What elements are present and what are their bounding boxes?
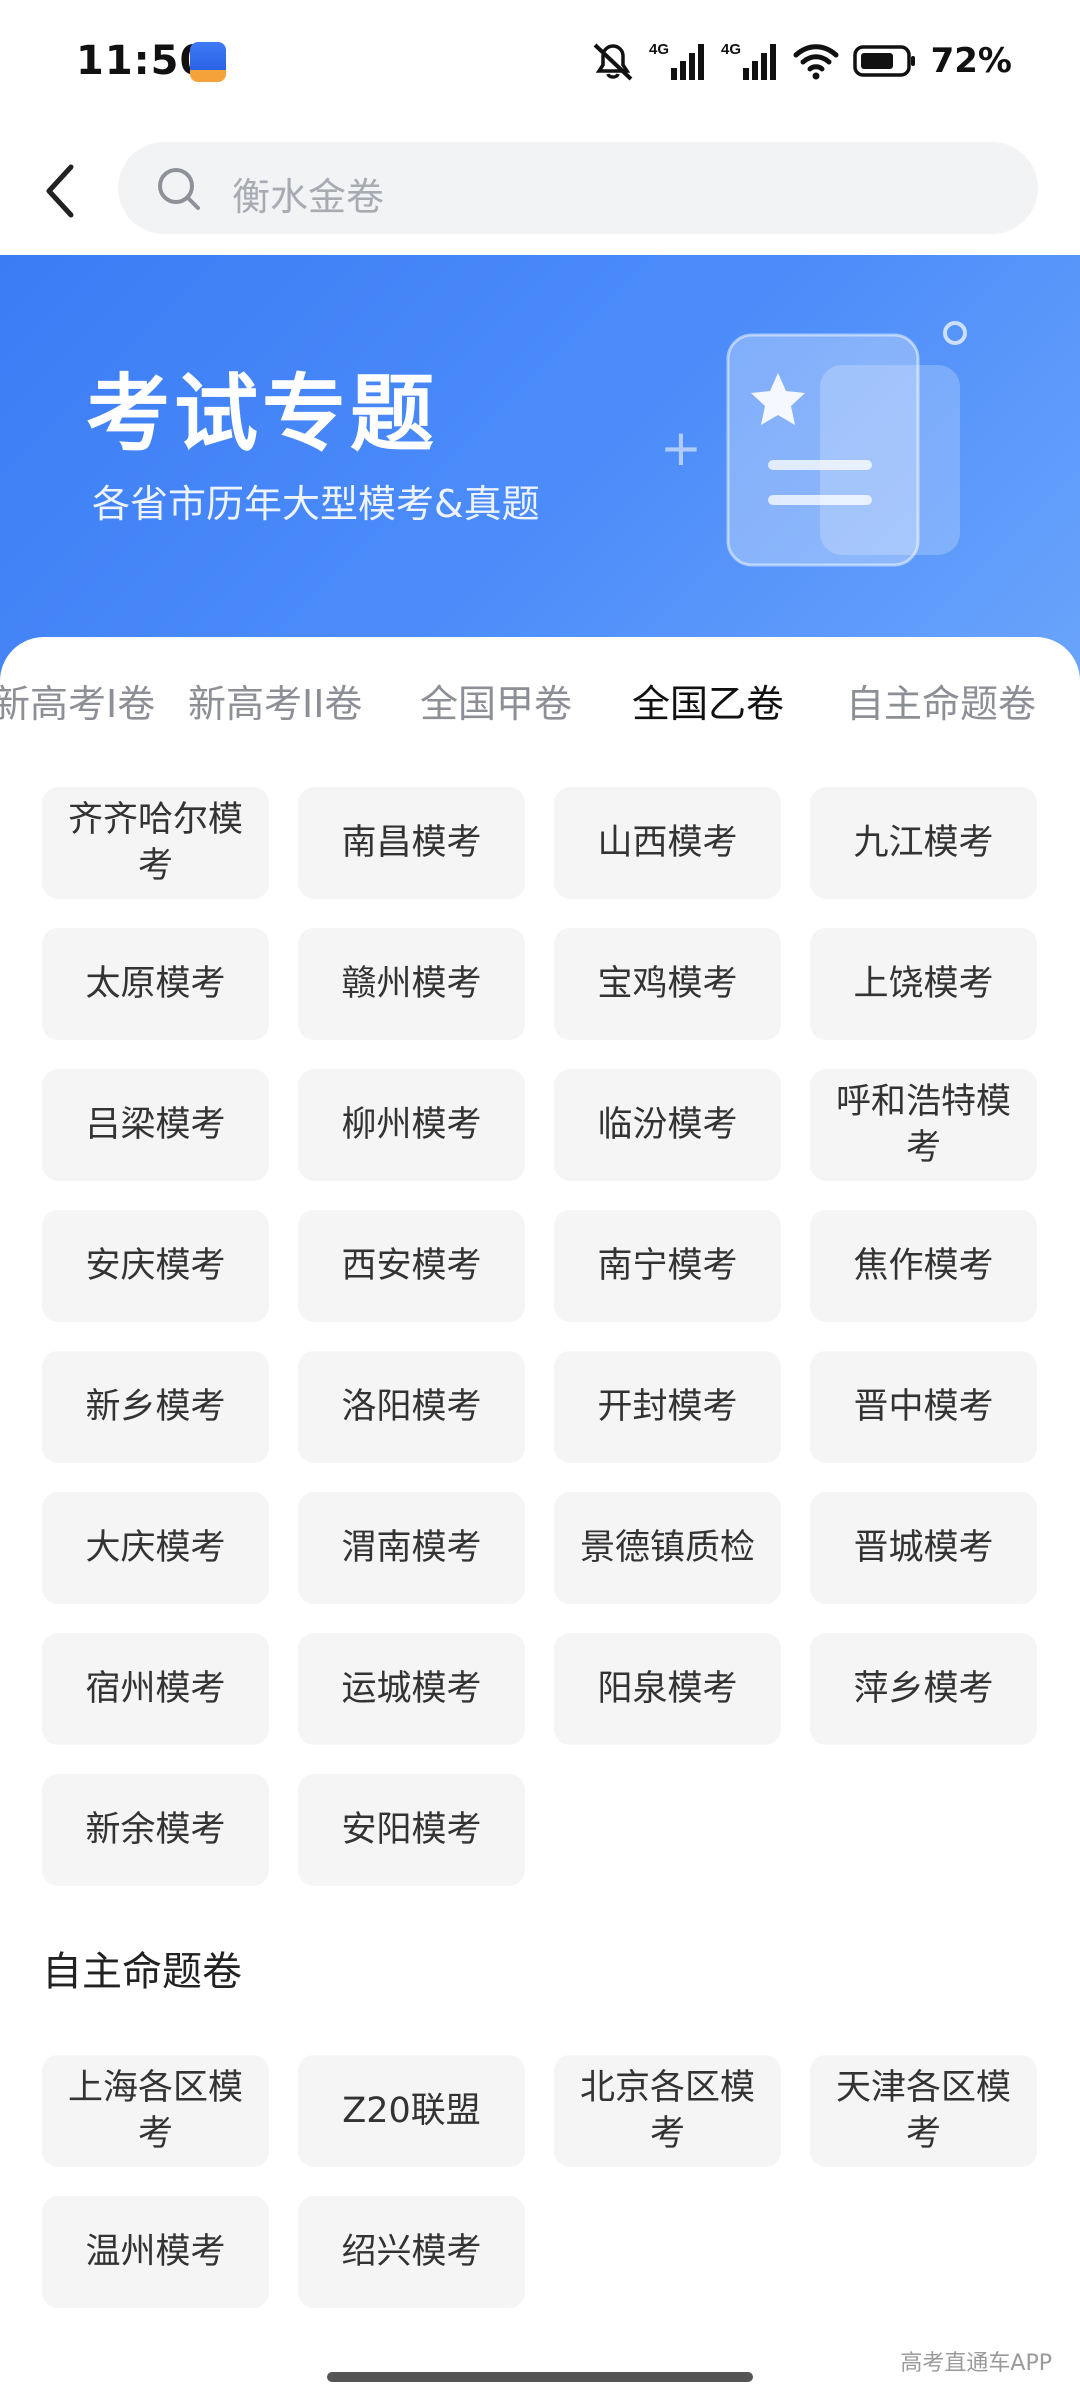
exam-grid: 齐齐哈尔模考 南昌模考 山西模考 九江模考 太原模考 赣州模考 宝鸡模考 上饶模… — [42, 787, 1038, 1886]
exam-chip[interactable]: 赣州模考 — [298, 928, 525, 1040]
svg-text:+: + — [660, 419, 702, 477]
section-title-independent: 自主命题卷 — [42, 1949, 242, 1995]
search-icon — [158, 168, 200, 210]
app-watermark: 高考直通车APP — [900, 2351, 1052, 2376]
exam-chip[interactable]: 呼和浩特模考 — [810, 1069, 1037, 1181]
exam-chip[interactable]: 天津各区模考 — [810, 2055, 1037, 2167]
exam-chip[interactable]: 宿州模考 — [42, 1633, 269, 1745]
exam-chip[interactable]: 焦作模考 — [810, 1210, 1037, 1322]
chevron-left-icon — [46, 164, 74, 218]
signal-icon-2: 4G — [721, 41, 776, 80]
independent-exam-grid: 上海各区模考 Z20联盟 北京各区模考 天津各区模考 温州模考 绍兴模考 — [42, 2055, 1038, 2308]
exam-chip[interactable]: 上海各区模考 — [42, 2055, 269, 2167]
tab-national-b[interactable]: 全国乙卷 — [632, 673, 784, 728]
battery-percentage: 72% — [930, 41, 1012, 81]
exam-chip[interactable]: 渭南模考 — [298, 1492, 525, 1604]
exam-chip[interactable]: 萍乡模考 — [810, 1633, 1037, 1745]
tab-new-gaokao-1[interactable]: 新高考I卷 — [0, 673, 155, 728]
back-button[interactable] — [38, 161, 82, 221]
exam-chip[interactable]: 太原模考 — [42, 928, 269, 1040]
exam-chip[interactable]: 大庆模考 — [42, 1492, 269, 1604]
tab-new-gaokao-2[interactable]: 新高考II卷 — [188, 673, 362, 728]
network-label-2: 4G — [721, 41, 741, 58]
wifi-icon — [793, 44, 839, 80]
exam-chip[interactable]: 新乡模考 — [42, 1351, 269, 1463]
exam-chip[interactable]: 山西模考 — [554, 787, 781, 899]
network-label-1: 4G — [649, 41, 669, 58]
search-placeholder: 衡水金卷 — [232, 175, 385, 219]
document-star-icon: + — [660, 321, 967, 567]
exam-chip[interactable]: 绍兴模考 — [298, 2196, 525, 2308]
tab-national-a[interactable]: 全国甲卷 — [420, 673, 572, 728]
status-bar: 11:50 4G 4G 72% — [0, 0, 1080, 125]
exam-chip[interactable]: 吕梁模考 — [42, 1069, 269, 1181]
exam-chip[interactable]: 九江模考 — [810, 787, 1037, 899]
exam-chip[interactable]: 开封模考 — [554, 1351, 781, 1463]
exam-chip[interactable]: 齐齐哈尔模考 — [42, 787, 269, 899]
exam-chip[interactable]: 运城模考 — [298, 1633, 525, 1745]
banner-subtitle: 各省市历年大型模考&真题 — [92, 482, 540, 526]
exam-chip[interactable]: 阳泉模考 — [554, 1633, 781, 1745]
exam-chip[interactable]: 景德镇质检 — [554, 1492, 781, 1604]
exam-chip[interactable]: 临汾模考 — [554, 1069, 781, 1181]
search-header: 衡水金卷 — [0, 125, 1080, 255]
home-indicator[interactable] — [327, 2372, 753, 2382]
exam-chip[interactable]: 北京各区模考 — [554, 2055, 781, 2167]
app-notification-icon — [190, 42, 226, 82]
exam-topics-banner: 考试专题 各省市历年大型模考&真题 + — [0, 255, 1080, 685]
exam-chip[interactable]: 安庆模考 — [42, 1210, 269, 1322]
tab-independent[interactable]: 自主命题卷 — [846, 673, 1036, 728]
mute-icon — [593, 43, 632, 81]
battery-icon — [852, 45, 915, 77]
signal-icon: 4G — [649, 41, 704, 80]
exam-chip[interactable]: 南宁模考 — [554, 1210, 781, 1322]
exam-chip[interactable]: 安阳模考 — [298, 1774, 525, 1886]
exam-chip[interactable]: 宝鸡模考 — [554, 928, 781, 1040]
exam-chip[interactable]: 西安模考 — [298, 1210, 525, 1322]
exam-chip[interactable]: 上饶模考 — [810, 928, 1037, 1040]
exam-chip[interactable]: 南昌模考 — [298, 787, 525, 899]
exam-chip[interactable]: 洛阳模考 — [298, 1351, 525, 1463]
search-input[interactable]: 衡水金卷 — [118, 142, 1038, 234]
content-sheet: 新高考I卷 新高考II卷 全国甲卷 全国乙卷 自主命题卷 齐齐哈尔模考 南昌模考… — [0, 637, 1080, 2400]
exam-chip[interactable]: 温州模考 — [42, 2196, 269, 2308]
status-time: 11:50 — [76, 38, 209, 84]
status-icons: 4G 4G 72% — [591, 36, 1012, 86]
exam-chip[interactable]: 晋中模考 — [810, 1351, 1037, 1463]
exam-chip[interactable]: 晋城模考 — [810, 1492, 1037, 1604]
exam-chip[interactable]: Z20联盟 — [298, 2055, 525, 2167]
banner-title: 考试专题 — [86, 365, 439, 463]
exam-type-tabs: 新高考I卷 新高考II卷 全国甲卷 全国乙卷 自主命题卷 — [0, 673, 1080, 753]
exam-chip[interactable]: 柳州模考 — [298, 1069, 525, 1181]
exam-chip[interactable]: 新余模考 — [42, 1774, 269, 1886]
